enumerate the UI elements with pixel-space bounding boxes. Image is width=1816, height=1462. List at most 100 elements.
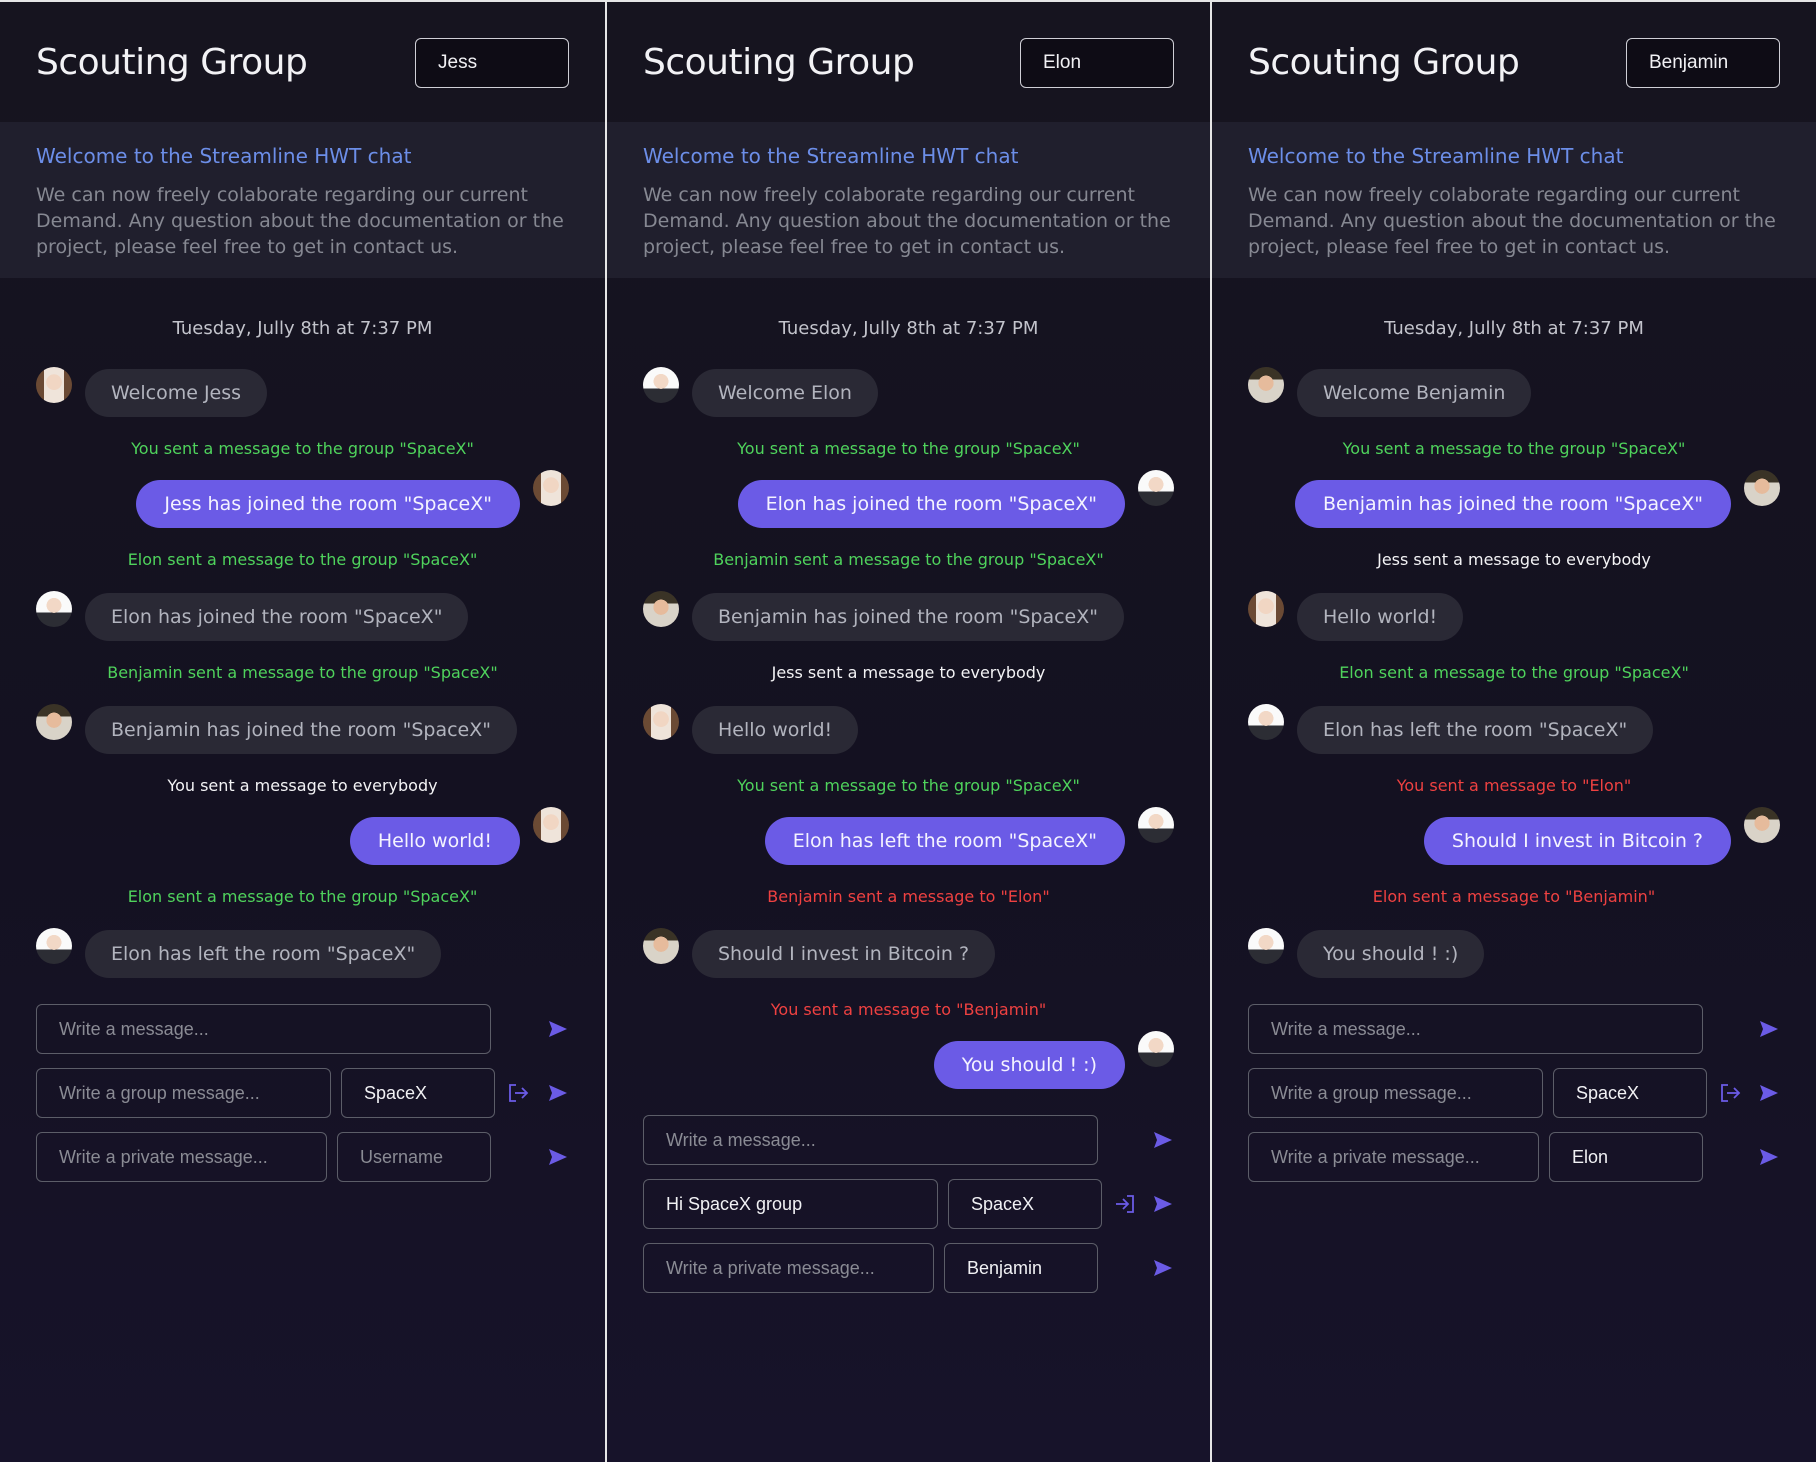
message-input[interactable] [36, 1004, 491, 1054]
send-icon[interactable] [1152, 1129, 1174, 1151]
incoming-message: Hello world! [643, 704, 1174, 754]
app-title: Scouting Group [643, 42, 915, 83]
outgoing-message: Should I invest in Bitcoin ? [1248, 807, 1780, 865]
username-input[interactable] [1626, 38, 1780, 88]
incoming-message: Should I invest in Bitcoin ? [643, 928, 1174, 978]
message-notice: Jess sent a message to everybody [1377, 550, 1651, 569]
incoming-message: Welcome Benjamin [1248, 367, 1780, 417]
room-input[interactable] [1553, 1068, 1707, 1118]
private-message-row [36, 1132, 569, 1182]
recipient-input[interactable] [944, 1243, 1098, 1293]
app-title: Scouting Group [36, 42, 308, 83]
avatar [1138, 807, 1174, 843]
room-input[interactable] [341, 1068, 495, 1118]
message-list: Welcome Jess You sent a message to the gr… [0, 367, 605, 978]
message-bubble: You should ! :) [933, 1041, 1125, 1089]
avatar [36, 928, 72, 964]
message-bubble: Hello world! [692, 706, 859, 754]
send-icon[interactable] [1758, 1146, 1780, 1168]
group-message-row [36, 1068, 569, 1118]
private-message-input[interactable] [643, 1243, 934, 1293]
incoming-message: Elon has left the room "SpaceX" [1248, 704, 1780, 754]
avatar [36, 367, 72, 403]
incoming-message: Welcome Jess [36, 367, 569, 417]
group-message-input[interactable] [1248, 1068, 1543, 1118]
message-notice: Benjamin sent a message to the group "Sp… [713, 550, 1104, 569]
chat-panel: Scouting Group Welcome to the Streamline … [1210, 0, 1816, 1462]
avatar [1744, 807, 1780, 843]
chat-panel: Scouting Group Welcome to the Streamline … [0, 0, 605, 1462]
join-room-icon[interactable] [1114, 1193, 1136, 1215]
avatar [1138, 1031, 1174, 1067]
message-row [643, 1115, 1174, 1165]
message-notice: Elon sent a message to the group "SpaceX… [127, 887, 478, 906]
send-icon[interactable] [1152, 1193, 1174, 1215]
send-icon[interactable] [547, 1082, 569, 1104]
incoming-message: You should ! :) [1248, 928, 1780, 978]
outgoing-message: Elon has left the room "SpaceX" [643, 807, 1174, 865]
avatar [1248, 367, 1284, 403]
date-separator: Tuesday, Jully 8th at 7:37 PM [778, 318, 1039, 339]
group-message-input[interactable] [36, 1068, 331, 1118]
welcome-title: Welcome to the Streamline HWT chat [643, 144, 1019, 168]
recipient-input[interactable] [337, 1132, 491, 1182]
message-notice: You sent a message to the group "SpaceX" [131, 439, 474, 458]
room-input[interactable] [948, 1179, 1102, 1229]
message-bubble: Welcome Benjamin [1297, 369, 1532, 417]
composer [607, 1115, 1210, 1293]
incoming-message: Elon has joined the room "SpaceX" [36, 591, 569, 641]
outgoing-message: Hello world! [36, 807, 569, 865]
recipient-input[interactable] [1549, 1132, 1703, 1182]
avatar [533, 470, 569, 506]
message-notice: You sent a message to the group "SpaceX" [1342, 439, 1686, 458]
welcome-banner: Welcome to the Streamline HWT chat We can… [1212, 122, 1816, 278]
send-icon[interactable] [1758, 1018, 1780, 1040]
message-bubble: Should I invest in Bitcoin ? [1423, 817, 1731, 865]
send-icon[interactable] [1758, 1082, 1780, 1104]
avatar [643, 367, 679, 403]
welcome-text: We can now freely colaborate regarding o… [1248, 184, 1776, 258]
message-notice: You sent a message to "Benjamin" [770, 1000, 1047, 1019]
private-message-row [643, 1243, 1174, 1293]
chat-panel: Scouting Group Welcome to the Streamline … [605, 0, 1210, 1462]
group-message-row [643, 1179, 1174, 1229]
username-input[interactable] [415, 38, 569, 88]
avatar [643, 591, 679, 627]
send-icon[interactable] [547, 1018, 569, 1040]
outgoing-message: You should ! :) [643, 1031, 1174, 1089]
message-notice: You sent a message to the group "SpaceX" [737, 439, 1080, 458]
message-notice: You sent a message to "Elon" [1396, 776, 1632, 795]
message-input[interactable] [1248, 1004, 1703, 1054]
message-notice: Jess sent a message to everybody [771, 663, 1046, 682]
message-bubble: Welcome Elon [692, 369, 878, 417]
chat-header: Scouting Group [1212, 2, 1816, 122]
message-notice: Benjamin sent a message to the group "Sp… [107, 663, 498, 682]
group-message-row [1248, 1068, 1780, 1118]
message-bubble: Benjamin has joined the room "SpaceX" [1295, 480, 1731, 528]
date-separator: Tuesday, Jully 8th at 7:37 PM [172, 318, 433, 339]
message-bubble: Elon has joined the room "SpaceX" [737, 480, 1125, 528]
private-message-input[interactable] [36, 1132, 327, 1182]
welcome-text: We can now freely colaborate regarding o… [643, 184, 1171, 258]
chat-header: Scouting Group [0, 2, 605, 122]
message-row [36, 1004, 569, 1054]
leave-room-icon[interactable] [1719, 1082, 1741, 1104]
avatar [643, 704, 679, 740]
composer [0, 1004, 605, 1182]
message-notice: Elon sent a message to "Benjamin" [1372, 887, 1656, 906]
chat-panels: Scouting Group Welcome to the Streamline … [0, 0, 1816, 1462]
outgoing-message: Elon has joined the room "SpaceX" [643, 470, 1174, 528]
group-message-input[interactable] [643, 1179, 938, 1229]
private-message-input[interactable] [1248, 1132, 1539, 1182]
date-separator: Tuesday, Jully 8th at 7:37 PM [1384, 318, 1644, 339]
avatar [36, 704, 72, 740]
send-icon[interactable] [1152, 1257, 1174, 1279]
send-icon[interactable] [547, 1146, 569, 1168]
leave-room-icon[interactable] [507, 1082, 529, 1104]
welcome-banner: Welcome to the Streamline HWT chat We can… [607, 122, 1210, 278]
username-input[interactable] [1020, 38, 1174, 88]
message-input[interactable] [643, 1115, 1098, 1165]
message-bubble: Elon has left the room "SpaceX" [85, 930, 442, 978]
message-bubble: Hello world! [349, 817, 520, 865]
message-notice: You sent a message to the group "SpaceX" [737, 776, 1080, 795]
